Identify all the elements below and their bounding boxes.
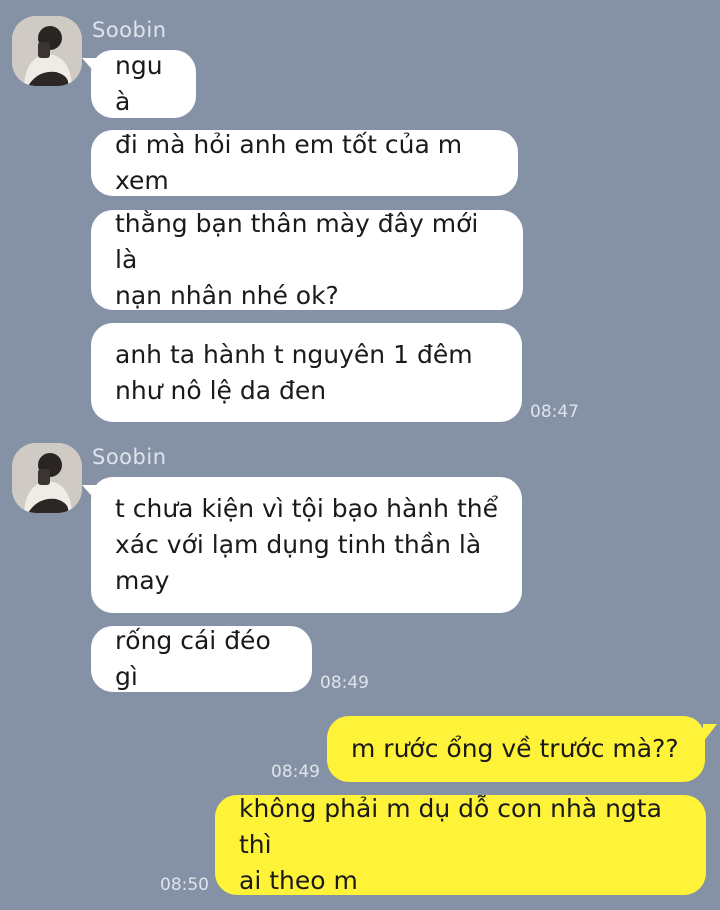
message-bubble[interactable]: t chưa kiện vì tội bạo hành thể xác với … — [91, 477, 522, 613]
message-bubble[interactable]: đi mà hỏi anh em tốt của m xem — [91, 130, 518, 196]
sender-avatar[interactable] — [12, 16, 82, 86]
message-bubble[interactable]: ngu à — [91, 50, 196, 118]
user-avatar-icon — [12, 443, 82, 513]
user-avatar-icon — [12, 16, 82, 86]
message-text: đi mà hỏi anh em tốt của m xem — [115, 130, 463, 195]
message-text: không phải m dụ dỗ con nhà ngta thì ai t… — [239, 794, 662, 895]
message-text: thằng bạn thân mày đây mới là nạn nhân n… — [115, 209, 479, 310]
message-text: anh ta hành t nguyên 1 đêm như nô lệ da … — [115, 339, 473, 405]
message-text: ngu à — [115, 51, 163, 116]
bubble-tail — [703, 724, 717, 742]
message-timestamp: 08:49 — [271, 762, 320, 782]
message-timestamp: 08:50 — [160, 875, 209, 895]
message-text: rống cái đéo gì — [115, 626, 271, 691]
message-timestamp: 08:47 — [530, 402, 579, 422]
chat-view: Soobin ngu à đi mà hỏi anh em tốt của m … — [0, 0, 720, 910]
message-bubble[interactable]: thằng bạn thân mày đây mới là nạn nhân n… — [91, 209, 523, 310]
message-bubble[interactable]: không phải m dụ dỗ con nhà ngta thì ai t… — [215, 794, 706, 895]
sender-name: Soobin — [92, 18, 167, 42]
message-bubble[interactable]: anh ta hành t nguyên 1 đêm như nô lệ da … — [91, 323, 522, 422]
message-bubble[interactable]: m rước ổng về trước mà?? — [327, 716, 705, 782]
message-text: t chưa kiện vì tội bạo hành thể xác với … — [115, 494, 498, 595]
message-text: m rước ổng về trước mà?? — [351, 734, 679, 763]
message-timestamp: 08:49 — [320, 673, 369, 693]
sender-avatar[interactable] — [12, 443, 82, 513]
message-bubble[interactable]: rống cái đéo gì — [91, 626, 312, 692]
sender-name: Soobin — [92, 445, 167, 469]
